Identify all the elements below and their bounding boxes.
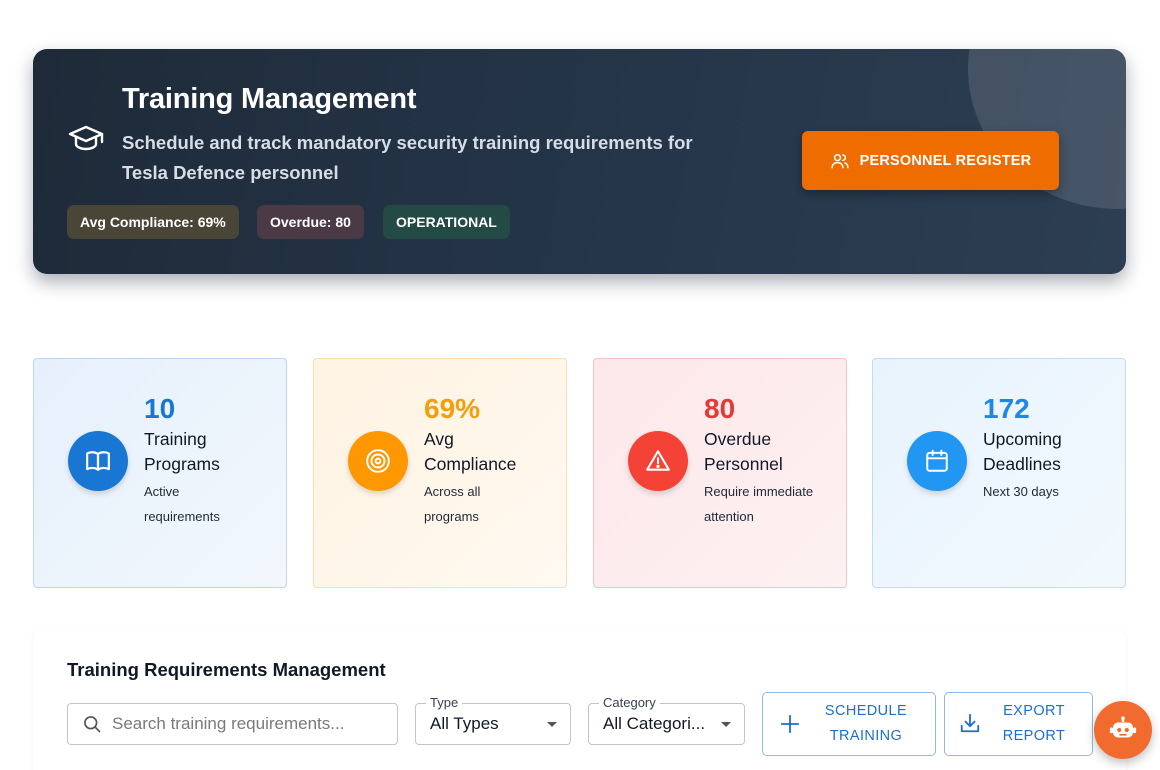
page-title: Training Management [122, 83, 417, 115]
stat-value: 69% [424, 393, 481, 424]
stat-description: Across all programs [424, 484, 481, 524]
stat-card-avg-compliance: 69% Avg Compliance Across all programs [313, 358, 567, 588]
calendar-icon [926, 449, 948, 472]
status-badge: OPERATIONAL [383, 205, 510, 239]
target-icon [366, 449, 390, 473]
stat-value: 10 [144, 393, 176, 424]
training-management-page: Training Management Schedule and track m… [0, 0, 1160, 770]
stat-icon-circle [348, 431, 408, 491]
search-box[interactable] [67, 703, 398, 745]
category-select[interactable]: Category All Categori... [588, 695, 745, 745]
search-icon [84, 716, 101, 733]
users-icon [830, 153, 849, 168]
requirements-management-section: Training Requirements Management Type Al… [33, 630, 1126, 770]
assistant-button[interactable] [1094, 701, 1152, 759]
chevron-down-icon [547, 722, 557, 727]
schedule-training-label: SCHEDULE TRAINING [824, 703, 908, 744]
export-report-label: EXPORT REPORT [1002, 703, 1066, 744]
stat-label: Overdue Personnel [704, 429, 783, 474]
search-input[interactable] [112, 714, 382, 734]
stat-card-upcoming-deadlines: 172 Upcoming Deadlines Next 30 days [872, 358, 1126, 588]
type-select-label: Type [426, 695, 463, 710]
type-select[interactable]: Type All Types [415, 695, 571, 745]
personnel-register-button[interactable]: PERSONNEL REGISTER [802, 131, 1059, 190]
hero-banner: Training Management Schedule and track m… [33, 49, 1126, 274]
stat-icon-circle [68, 431, 128, 491]
category-select-label: Category [599, 695, 660, 710]
book-icon [86, 451, 110, 471]
stat-label: Training Programs [144, 429, 220, 474]
stat-card-overdue-personnel: 80 Overdue Personnel Require immediate a… [593, 358, 847, 588]
category-select-value: All Categori... [603, 714, 706, 733]
section-title: Training Requirements Management [67, 659, 386, 680]
export-report-button[interactable]: EXPORT REPORT [944, 692, 1093, 756]
type-select-value: All Types [430, 714, 499, 733]
robot-icon [1109, 716, 1137, 738]
personnel-register-label: PERSONNEL REGISTER [859, 152, 1032, 169]
stat-label: Avg Compliance [424, 429, 517, 474]
stat-label: Upcoming Deadlines [983, 429, 1062, 474]
stat-value: 80 [704, 393, 736, 424]
graduation-cap-icon [68, 125, 104, 151]
stat-value: 172 [983, 393, 1030, 424]
schedule-training-button[interactable]: SCHEDULE TRAINING [762, 692, 936, 756]
stat-icon-circle [628, 431, 688, 491]
warning-icon [646, 450, 670, 471]
stat-description: Active requirements [144, 484, 220, 524]
compliance-badge: Avg Compliance: 69% [67, 205, 239, 239]
stat-card-training-programs: 10 Training Programs Active requirements [33, 358, 287, 588]
download-icon [960, 713, 980, 733]
page-subtitle: Schedule and track mandatory security tr… [122, 132, 693, 183]
stat-description: Next 30 days [983, 484, 1059, 499]
stat-icon-circle [907, 431, 967, 491]
chevron-down-icon [721, 722, 731, 727]
overdue-badge: Overdue: 80 [257, 205, 364, 239]
stat-description: Require immediate attention [704, 484, 814, 524]
plus-icon [780, 714, 800, 734]
